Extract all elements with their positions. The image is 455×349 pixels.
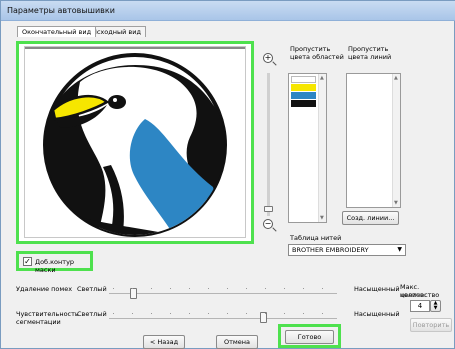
skip-lines-list[interactable]: ▲ ▼ bbox=[346, 73, 401, 208]
zoom-out-icon[interactable]: − bbox=[263, 219, 273, 229]
sensitivity-slider-track[interactable] bbox=[109, 318, 337, 319]
create-lines-button[interactable]: Созд. линии... bbox=[342, 211, 399, 225]
chevron-down-icon: ▼ bbox=[397, 246, 402, 253]
sensitivity-tick bbox=[322, 313, 323, 314]
sensitivity-tick bbox=[189, 313, 190, 314]
sensitivity-right-label: Насыщенный bbox=[354, 310, 400, 318]
sensitivity-label-2: сегментации bbox=[16, 318, 61, 326]
cancel-button[interactable]: Отмена bbox=[216, 335, 258, 349]
max-colors-input[interactable]: 4 bbox=[410, 300, 430, 312]
sensitivity-tick bbox=[246, 313, 247, 314]
skip-lines-label-1: Пропустить bbox=[348, 45, 389, 53]
mask-outline-label: Доб.контур маски bbox=[35, 258, 75, 274]
scroll-down-icon[interactable]: ▼ bbox=[394, 200, 398, 206]
noise-slider-thumb[interactable] bbox=[130, 288, 137, 299]
noise-label: Удаление помех bbox=[16, 285, 73, 293]
zoom-slider-track[interactable] bbox=[267, 73, 270, 216]
zoom-in-icon[interactable]: + bbox=[263, 53, 273, 63]
tab-original-view-label: Исходный вид bbox=[92, 28, 141, 36]
skip-areas-scrollbar[interactable]: ▲ ▼ bbox=[318, 74, 326, 222]
noise-tick bbox=[132, 288, 133, 289]
sensitivity-label-1: Чувствительность bbox=[16, 310, 79, 318]
sensitivity-tick bbox=[284, 313, 285, 314]
noise-tick bbox=[265, 288, 266, 289]
sensitivity-tick bbox=[170, 313, 171, 314]
skip-areas-label-2: цвета областей bbox=[290, 53, 344, 61]
sensitivity-tick bbox=[132, 313, 133, 314]
thread-table-value: BROTHER EMBROIDERY bbox=[292, 246, 369, 254]
noise-tick bbox=[151, 288, 152, 289]
sensitivity-tick bbox=[265, 313, 266, 314]
window-title: Параметры автовышивки bbox=[7, 6, 115, 15]
sensitivity-tick bbox=[151, 313, 152, 314]
thread-table-select[interactable]: BROTHER EMBROIDERY ▼ bbox=[288, 244, 406, 256]
skip-areas-label-1: Пропустить bbox=[290, 45, 331, 53]
noise-tick bbox=[303, 288, 304, 289]
noise-tick bbox=[208, 288, 209, 289]
sensitivity-tick bbox=[303, 313, 304, 314]
max-colors-spinner[interactable]: ▲ ▼ bbox=[430, 300, 441, 312]
zoom-slider-thumb[interactable] bbox=[264, 206, 273, 212]
scroll-down-icon[interactable]: ▼ bbox=[320, 215, 324, 221]
thread-table-label: Таблица нитей bbox=[290, 234, 342, 242]
noise-tick bbox=[246, 288, 247, 289]
swatch-blue[interactable] bbox=[291, 92, 316, 99]
scroll-up-icon[interactable]: ▲ bbox=[320, 75, 324, 81]
noise-tick bbox=[113, 288, 114, 289]
auto-punch-settings-window: Параметры автовышивки Окончательный вид … bbox=[0, 0, 455, 349]
noise-tick bbox=[189, 288, 190, 289]
sensitivity-left-label: Светлый bbox=[77, 310, 107, 318]
swatch-black[interactable] bbox=[291, 100, 316, 107]
preview-highlight bbox=[16, 41, 254, 244]
scroll-up-icon[interactable]: ▲ bbox=[394, 75, 398, 81]
preview-panel bbox=[24, 46, 246, 238]
tab-final-view[interactable]: Окончательный вид bbox=[17, 26, 97, 37]
noise-slider-track[interactable] bbox=[109, 293, 337, 294]
noise-tick bbox=[284, 288, 285, 289]
noise-tick bbox=[170, 288, 171, 289]
noise-tick bbox=[227, 288, 228, 289]
done-highlight: Готово bbox=[278, 324, 341, 348]
sensitivity-tick bbox=[227, 313, 228, 314]
noise-left-label: Светлый bbox=[77, 285, 107, 293]
swatch-yellow[interactable] bbox=[291, 84, 316, 91]
back-button[interactable]: < Назад bbox=[143, 335, 185, 349]
max-colors-label-2: цветов: bbox=[400, 291, 427, 299]
retry-button[interactable]: Повторить bbox=[410, 318, 452, 332]
skip-lines-label-2: цвета линий bbox=[348, 53, 392, 61]
skip-areas-list[interactable]: ▲ ▼ bbox=[288, 73, 327, 223]
tab-final-view-label: Окончательный вид bbox=[22, 28, 92, 36]
penguin-image bbox=[43, 53, 227, 237]
skip-lines-scrollbar[interactable]: ▲ ▼ bbox=[392, 74, 400, 207]
swatch-white[interactable] bbox=[291, 76, 316, 83]
done-button[interactable]: Готово bbox=[285, 330, 334, 344]
sensitivity-tick bbox=[208, 313, 209, 314]
mask-outline-highlight: ✓ Доб.контур маски bbox=[16, 251, 93, 274]
mask-outline-checkbox[interactable]: ✓ bbox=[23, 257, 32, 266]
noise-right-label: Насыщенный bbox=[354, 285, 400, 293]
sensitivity-tick bbox=[113, 313, 114, 314]
title-bar[interactable]: Параметры автовышивки bbox=[1, 1, 455, 21]
noise-tick bbox=[322, 288, 323, 289]
